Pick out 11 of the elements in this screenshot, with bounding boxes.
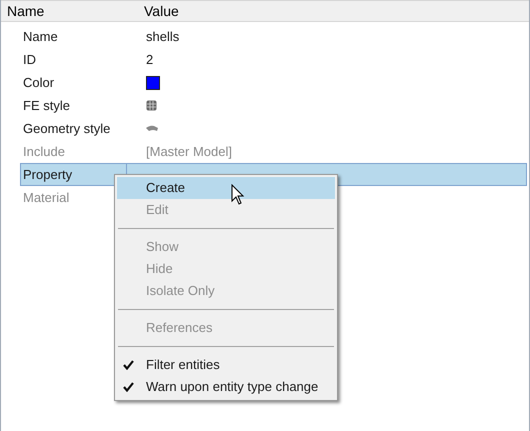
- property-value: [Master Model]: [146, 142, 232, 161]
- property-name: FE style: [23, 96, 70, 115]
- property-name: Color: [23, 74, 54, 92]
- property-value: shells: [146, 28, 180, 46]
- property-name: Name: [23, 28, 58, 46]
- property-value: 2: [146, 50, 154, 69]
- property-name: ID: [23, 50, 36, 69]
- property-name: Geometry style: [23, 120, 110, 138]
- property-name: Property: [23, 166, 72, 184]
- property-name: Include: [23, 142, 65, 161]
- property-name: Material: [23, 188, 70, 207]
